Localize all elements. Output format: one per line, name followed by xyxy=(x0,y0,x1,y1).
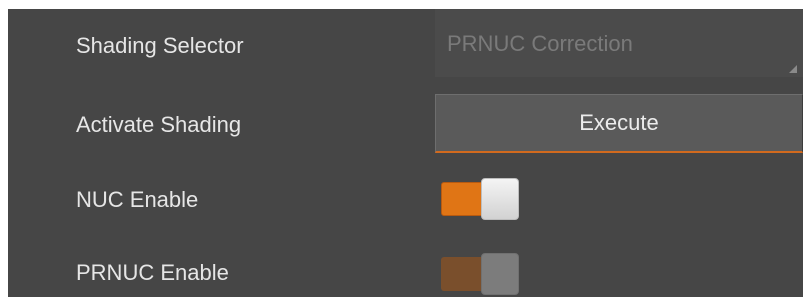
shading-selector-dropdown[interactable]: PRNUC Correction xyxy=(435,9,803,77)
properties-panel: Shading Selector PRNUC Correction Activa… xyxy=(8,0,803,297)
dropdown-arrow-icon xyxy=(789,65,797,73)
prnuc-enable-label: PRNUC Enable xyxy=(76,260,229,285)
nuc-enable-toggle-knob xyxy=(481,178,519,220)
panel-top-edge xyxy=(8,0,803,9)
execute-button[interactable]: Execute xyxy=(435,94,803,153)
shading-selector-label: Shading Selector xyxy=(76,33,244,58)
nuc-enable-toggle[interactable] xyxy=(441,178,521,220)
prnuc-enable-toggle[interactable] xyxy=(441,253,521,295)
nuc-enable-label: NUC Enable xyxy=(76,187,199,212)
activate-shading-label: Activate Shading xyxy=(76,112,242,137)
prnuc-enable-toggle-knob xyxy=(481,253,519,295)
shading-selector-value: PRNUC Correction xyxy=(447,31,633,56)
